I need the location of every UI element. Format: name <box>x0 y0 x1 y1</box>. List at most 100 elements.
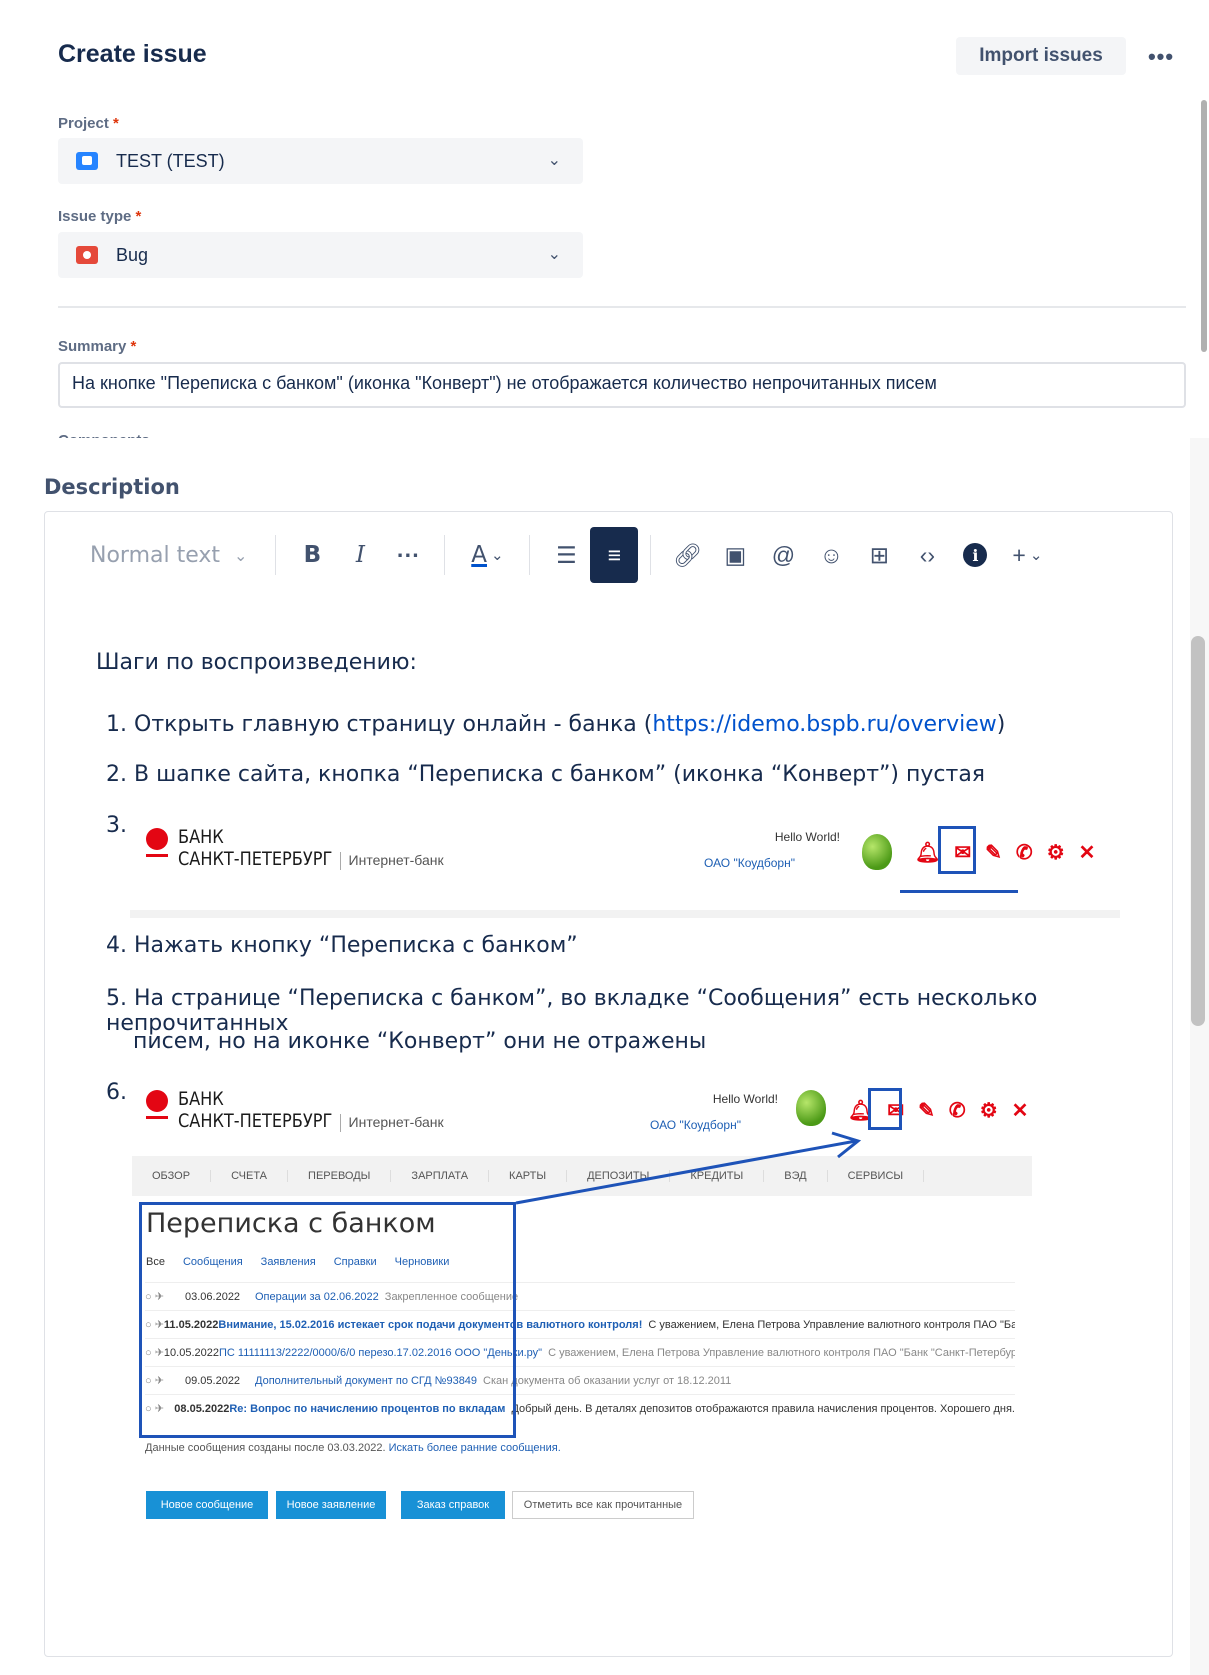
gear-icon: ⚙ <box>1046 842 1065 864</box>
bank-name-line1: БАНК <box>178 826 224 848</box>
overview-link[interactable]: https://idemo.bspb.ru/overview <box>652 712 996 737</box>
list-number: 5. <box>106 986 127 1011</box>
info-icon[interactable]: i <box>951 527 999 583</box>
phone-icon: ✆ <box>948 1100 966 1122</box>
chevron-down-icon: ⌄ <box>547 246 561 263</box>
required-marker: * <box>135 208 142 225</box>
close-icon: ✕ <box>1011 1100 1029 1122</box>
highlight-underline <box>900 890 1018 893</box>
chevron-down-icon: ⌄ <box>547 152 561 169</box>
image-icon[interactable]: ▣ <box>711 527 759 583</box>
row-preview: Добрый день. В деталях депозитов отображ… <box>511 1402 1015 1415</box>
text-color-button[interactable]: A ⌄ <box>457 527 517 583</box>
components-label: Components <box>58 430 150 438</box>
issue-type-label: Issue type * <box>58 208 141 225</box>
mark-all-read-button: Отметить все как прочитанные <box>512 1491 694 1519</box>
text-style-label: Normal text <box>90 542 221 568</box>
mention-icon[interactable]: @ <box>759 527 807 583</box>
nav-item: СЧЕТА <box>211 1170 289 1182</box>
phone-icon: ✆ <box>1015 842 1033 864</box>
insert-more-icon[interactable]: + ⌄ <box>999 527 1055 583</box>
embedded-screenshot: БАНК САНКТ-ПЕТЕРБУРГ Интернет-банк Hello… <box>130 818 1120 918</box>
text-style-dropdown[interactable]: Normal text ⌄ <box>90 527 263 583</box>
row-preview: С уважением, Елена Петрова Управление ва… <box>648 1318 1015 1331</box>
list-number: 4. <box>106 933 127 958</box>
list-text: Нажать кнопку “Переписка с банком” <box>134 933 578 958</box>
gear-icon: ⚙ <box>979 1100 998 1122</box>
scrollbar-track <box>1190 438 1209 1675</box>
order-certificate-button: Заказ справок <box>401 1491 505 1519</box>
bug-icon <box>76 246 98 264</box>
nav-item: ЗАРПЛАТА <box>391 1170 490 1182</box>
arrow-icon <box>515 1131 862 1205</box>
scrollbar-thumb[interactable] <box>1191 636 1205 1026</box>
apple-logo-icon <box>862 834 892 870</box>
list-text: ) <box>996 712 1006 737</box>
project-label: Project * <box>58 115 119 132</box>
code-icon[interactable]: ‹› <box>903 527 951 583</box>
phone-handset-icon: ✎ <box>918 1100 935 1122</box>
list-number: 1. <box>106 712 127 737</box>
separator <box>650 535 652 575</box>
bank-logo-icon <box>146 1090 168 1119</box>
bank-name-line2: САНКТ-ПЕТЕРБУРГ <box>178 848 333 870</box>
summary-label-text: Summary <box>58 338 127 355</box>
list-text: писем, но на иконке “Конверт” они не отр… <box>133 1029 707 1054</box>
scrollbar[interactable] <box>1201 100 1207 352</box>
table-icon[interactable]: ⊞ <box>855 527 903 583</box>
issue-type-label-text: Issue type <box>58 208 132 225</box>
list-text: В шапке сайта, кнопка “Переписка с банко… <box>134 762 986 787</box>
nav-item: ОБЗОР <box>132 1170 212 1182</box>
page-title: Create issue <box>58 40 207 68</box>
chevron-down-icon: ⌄ <box>234 545 248 565</box>
list-text: Открыть главную страницу онлайн - банка … <box>134 712 653 737</box>
divider <box>58 306 1186 308</box>
hello-text: Hello World! <box>712 1092 778 1106</box>
bold-button[interactable]: B <box>288 527 336 583</box>
nav-item: ПЕРЕВОДЫ <box>288 1170 392 1182</box>
description-label: Description <box>44 475 180 499</box>
separator <box>275 535 277 575</box>
project-value: TEST (TEST) <box>116 150 225 171</box>
bullet-list-icon[interactable]: ☰ <box>542 527 590 583</box>
emoji-icon[interactable]: ☺ <box>807 527 855 583</box>
editor-toolbar: Normal text ⌄ B I ··· A ⌄ ☰ ≡ 🔗︎ ▣ @ ☺ ⊞… <box>90 527 1055 583</box>
import-issues-button[interactable]: Import issues <box>956 37 1126 75</box>
bank-name-line1: БАНК <box>178 1088 224 1110</box>
new-message-button: Новое сообщение <box>146 1491 268 1519</box>
footnote: Данные сообщения созданы после 03.03.202… <box>145 1442 561 1454</box>
project-select[interactable]: TEST (TEST) ⌄ <box>58 138 583 184</box>
bank-subtitle: Интернет-банк <box>339 852 444 870</box>
list-number: 6. <box>106 1080 127 1105</box>
close-icon: ✕ <box>1078 842 1096 864</box>
apple-logo-icon <box>796 1090 826 1126</box>
more-formatting-button[interactable]: ··· <box>384 527 432 583</box>
phone-handset-icon: ✎ <box>985 842 1002 864</box>
italic-button[interactable]: I <box>336 527 384 583</box>
footnote-link: Искать более ранние сообщения. <box>388 1442 561 1454</box>
summary-label: Summary * <box>58 338 136 355</box>
row-preview: Скан документа об оказании услуг от 18.1… <box>483 1374 732 1387</box>
bank-name-line2: САНКТ-ПЕТЕРБУРГ <box>178 1110 333 1132</box>
required-marker: * <box>130 338 137 355</box>
project-avatar-icon <box>76 152 98 170</box>
required-marker: * <box>113 115 119 132</box>
bank-logo: БАНК САНКТ-ПЕТЕРБУРГ Интернет-банк <box>146 826 444 870</box>
new-application-button: Новое заявление <box>276 1491 386 1519</box>
list-item: 4. Нажать кнопку “Переписка с банком” <box>106 933 578 958</box>
bank-logo-icon <box>146 828 168 857</box>
bank-subtitle: Интернет-банк <box>339 1114 444 1132</box>
highlight-box <box>139 1202 516 1438</box>
steps-heading: Шаги по воспроизведению: <box>96 650 417 675</box>
summary-input[interactable]: На кнопке "Переписка с банком" (иконка "… <box>58 362 1186 408</box>
more-actions-button[interactable]: ••• <box>1143 40 1179 74</box>
list-item: 1. Открыть главную страницу онлайн - бан… <box>106 712 1005 737</box>
issue-type-value: Bug <box>116 244 149 265</box>
list-item: 2. В шапке сайта, кнопка “Переписка с ба… <box>106 762 985 787</box>
link-icon[interactable]: 🔗︎ <box>663 527 711 583</box>
numbered-list-icon[interactable]: ≡ <box>590 527 639 583</box>
row-preview: С уважением, Елена Петрова Управление ва… <box>548 1346 1015 1359</box>
navbar-strip <box>130 910 1120 918</box>
list-number: 2. <box>106 762 127 787</box>
issue-type-select[interactable]: Bug ⌄ <box>58 232 583 278</box>
